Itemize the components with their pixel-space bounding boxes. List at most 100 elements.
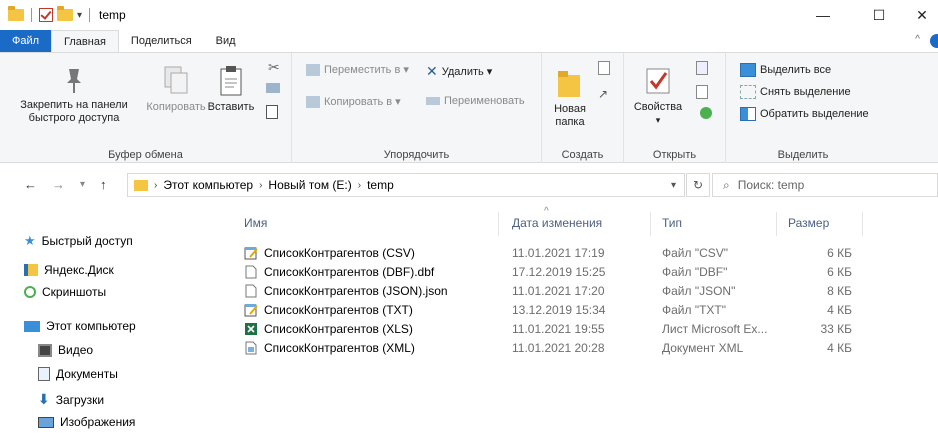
column-header-size[interactable]: Размер: [788, 216, 829, 230]
excel-icon: [244, 322, 258, 339]
file-row[interactable]: СписокКонтрагентов (XLS) 11.01.2021 19:5…: [232, 320, 938, 338]
column-divider[interactable]: [862, 212, 863, 236]
file-row[interactable]: СписокКонтрагентов (JSON).json 11.01.202…: [232, 282, 938, 300]
nav-screenshots[interactable]: Скриншоты: [24, 285, 106, 299]
file-type: Файл "TXT": [662, 303, 727, 317]
breadcrumb-this-pc[interactable]: Этот компьютер: [163, 178, 253, 192]
breadcrumb-drive-e[interactable]: Новый том (E:): [268, 178, 351, 192]
nav-quick-access[interactable]: ★ Быстрый доступ: [24, 233, 133, 249]
invert-selection-button[interactable]: Обратить выделение: [740, 107, 869, 121]
edit-icon[interactable]: [696, 85, 708, 99]
tab-share[interactable]: Поделиться: [119, 30, 204, 52]
nav-video[interactable]: Видео: [38, 343, 93, 357]
file-row[interactable]: СписокКонтрагентов (DBF).dbf 17.12.2019 …: [232, 263, 938, 281]
file-date: 11.01.2021 19:55: [512, 322, 605, 336]
back-arrow-icon[interactable]: ←: [24, 177, 37, 192]
group-clipboard: Закрепить на панели быстрого доступа Коп…: [0, 53, 292, 163]
file-row[interactable]: СписокКонтрагентов (CSV) 11.01.2021 17:1…: [232, 244, 938, 262]
help-icon[interactable]: [930, 34, 938, 48]
column-divider[interactable]: [498, 212, 499, 236]
file-name: СписокКонтрагентов (CSV): [264, 246, 415, 260]
pin-quick-access-button[interactable]: Закрепить на панели быстрого доступа: [4, 65, 144, 125]
new-folder-icon[interactable]: [57, 6, 73, 21]
file-name: СписокКонтрагентов (XML): [264, 341, 415, 355]
copy-to-button[interactable]: Копировать в ▾: [306, 95, 401, 108]
copy-to-icon: [306, 95, 320, 108]
column-divider[interactable]: [650, 212, 651, 236]
paste-shortcut-icon[interactable]: [266, 105, 278, 119]
group-label: Выделить: [777, 149, 829, 161]
file-name: СписокКонтрагентов (JSON).json: [264, 284, 448, 298]
nav-documents[interactable]: Документы: [38, 367, 118, 381]
tab-file[interactable]: Файл: [0, 30, 52, 52]
file-row[interactable]: СписокКонтрагентов (TXT) 13.12.2019 15:3…: [232, 301, 938, 319]
cut-icon[interactable]: ✂: [268, 59, 280, 76]
forward-arrow-icon[interactable]: →: [52, 177, 65, 192]
customize-toolbar-icon[interactable]: ▾: [77, 10, 82, 21]
address-bar[interactable]: › Этот компьютер › Новый том (E:) › temp…: [127, 173, 685, 197]
breadcrumb-temp[interactable]: temp: [367, 178, 394, 192]
file-name: СписокКонтрагентов (TXT): [264, 303, 413, 317]
screenshots-icon: [24, 286, 36, 298]
recent-locations-chevron-icon[interactable]: ▾: [80, 179, 85, 190]
search-box[interactable]: ⌕ Поиск: temp: [712, 173, 938, 197]
title-bar: ▾ temp — ☐ ✕: [0, 0, 938, 30]
copy-path-icon[interactable]: [266, 83, 280, 93]
copy-button[interactable]: Копировать: [146, 65, 206, 114]
column-header-type[interactable]: Тип: [662, 216, 682, 230]
file-row[interactable]: СписокКонтрагентов (XML) 11.01.2021 20:2…: [232, 339, 938, 357]
new-folder-button[interactable]: Новая папка: [548, 67, 592, 129]
address-history-chevron-icon[interactable]: ▾: [671, 180, 676, 191]
tab-view[interactable]: Вид: [204, 30, 248, 52]
paste-button[interactable]: Вставить: [204, 65, 258, 114]
search-input[interactable]: Поиск: temp: [738, 178, 805, 192]
blank-file-icon: [244, 284, 258, 301]
nav-this-pc[interactable]: Этот компьютер: [24, 319, 136, 333]
close-button[interactable]: ✕: [906, 0, 938, 30]
file-size: 8 КБ: [827, 284, 852, 298]
column-header-name[interactable]: Имя: [244, 216, 267, 230]
minimize-button[interactable]: —: [800, 0, 846, 30]
copy-icon: [164, 66, 188, 94]
computer-icon: [24, 320, 40, 332]
yandex-disk-icon: [24, 264, 38, 276]
file-type: Файл "CSV": [662, 246, 729, 260]
select-none-button[interactable]: Снять выделение: [740, 85, 851, 99]
properties-button[interactable]: Свойства ▾: [630, 65, 686, 127]
address-row: ← → ▾ ↑ › Этот компьютер › Новый том (E:…: [0, 163, 938, 207]
properties-check-icon[interactable]: [39, 8, 53, 22]
move-to-button[interactable]: Переместить в ▾: [306, 63, 409, 76]
history-icon[interactable]: [700, 107, 712, 119]
refresh-button[interactable]: ↻: [686, 173, 710, 197]
nav-downloads[interactable]: ⬇ Загрузки: [38, 391, 104, 408]
nav-images[interactable]: Изображения: [38, 415, 135, 429]
new-folder-icon: [558, 71, 580, 97]
group-open: Свойства ▾ Открыть: [624, 53, 726, 163]
rename-button[interactable]: Переименовать: [426, 95, 525, 107]
xml-icon: [244, 341, 258, 358]
tab-home[interactable]: Главная: [51, 30, 119, 52]
new-item-icon[interactable]: [598, 61, 610, 75]
file-name: СписокКонтрагентов (DBF).dbf: [264, 265, 435, 279]
notepad-icon: [244, 303, 258, 320]
breadcrumb-separator: ›: [259, 179, 263, 191]
group-label: Создать: [561, 149, 604, 161]
file-date: 11.01.2021 17:20: [512, 284, 605, 298]
folder-icon: [8, 6, 24, 21]
images-icon: [38, 416, 54, 428]
clipboard-icon: [220, 66, 242, 96]
folder-icon: [134, 179, 148, 191]
nav-yandex-disk[interactable]: Яндекс.Диск: [24, 263, 114, 277]
up-arrow-icon[interactable]: ↑: [100, 177, 107, 192]
delete-button[interactable]: ✕ Удалить ▾: [426, 63, 492, 80]
maximize-button[interactable]: ☐: [856, 0, 902, 30]
collapse-ribbon-icon[interactable]: ^: [915, 34, 920, 45]
group-label: Буфер обмена: [108, 149, 183, 161]
open-icon[interactable]: [696, 61, 708, 75]
column-header-date[interactable]: Дата изменения: [512, 216, 602, 230]
column-divider[interactable]: [776, 212, 777, 236]
easy-access-icon[interactable]: ↗: [598, 87, 608, 101]
file-date: 11.01.2021 20:28: [512, 341, 605, 355]
file-date: 11.01.2021 17:19: [512, 246, 605, 260]
select-all-button[interactable]: Выделить все: [740, 63, 831, 77]
